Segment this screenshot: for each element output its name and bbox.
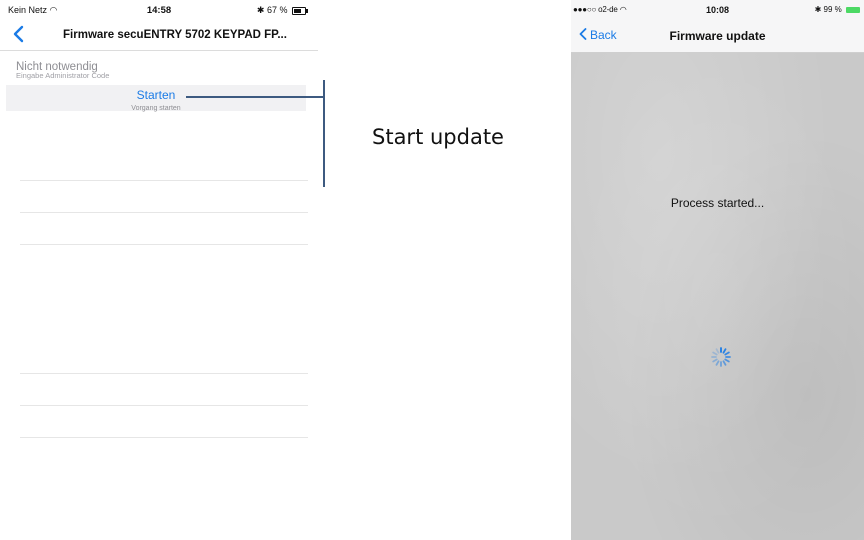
- process-status-message: Process started...: [670, 196, 765, 210]
- navigation-bar: Back Firmware update: [571, 20, 864, 53]
- callout-line-vertical: [323, 80, 325, 187]
- battery-icon: [292, 6, 308, 15]
- row-separator: [20, 405, 308, 406]
- callout-label: Start update: [372, 125, 504, 149]
- row-separator: [20, 244, 308, 245]
- row-separator: [20, 212, 308, 213]
- navigation-bar: Firmware secuENTRY 5702 KEYPAD FP...: [0, 20, 318, 51]
- back-chevron-icon[interactable]: [12, 25, 30, 45]
- left-phone-screen: Kein Netz ◠ 14:58 ✱ 67 % Firmware secuEN…: [0, 0, 318, 540]
- battery-icon: [846, 6, 860, 13]
- row-separator: [20, 437, 308, 438]
- right-phone-screen: ●●●○○ o2-de ◠ 10:08 ✱ 99 % Back Firmware…: [571, 0, 864, 540]
- bluetooth-icon: ✱: [814, 5, 822, 14]
- battery-indicator: ✱ 99 %: [815, 5, 860, 14]
- page-title: Firmware secuENTRY 5702 KEYPAD FP...: [63, 29, 287, 41]
- bluetooth-icon: ✱: [256, 5, 265, 15]
- start-button[interactable]: Starten: [6, 88, 306, 102]
- page-title: Firmware update: [669, 29, 766, 43]
- status-bar: Kein Netz ◠ 14:58 ✱ 67 %: [0, 0, 318, 20]
- row-separator: [20, 373, 308, 374]
- admin-code-caption: Eingabe Administrator Code: [16, 71, 110, 80]
- start-row[interactable]: Starten Vorgang starten: [6, 85, 306, 112]
- callout-line-horizontal: [186, 96, 324, 98]
- progress-area: [571, 53, 864, 540]
- status-bar: ●●●○○ o2-de ◠ 10:08 ✱ 99 %: [571, 0, 864, 20]
- loading-spinner-icon: [711, 347, 731, 367]
- battery-indicator: ✱ 67 %: [256, 5, 308, 16]
- start-caption: Vorgang starten: [131, 105, 181, 112]
- admin-code-row[interactable]: Nicht notwendig Eingabe Administrator Co…: [16, 61, 306, 80]
- row-separator: [20, 180, 308, 181]
